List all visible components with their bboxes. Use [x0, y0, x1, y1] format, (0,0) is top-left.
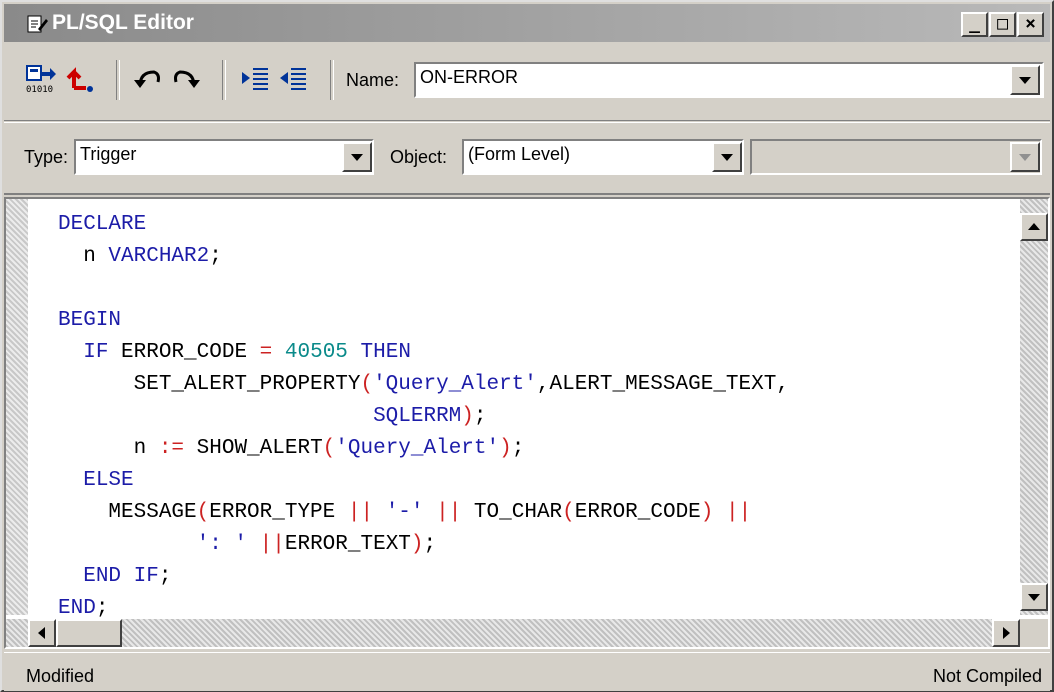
- editor-icon: [27, 15, 48, 33]
- redo-icon[interactable]: [170, 62, 204, 96]
- scroll-left-button[interactable]: [28, 619, 56, 647]
- horizontal-scroll-thumb[interactable]: [56, 619, 122, 647]
- title-bar[interactable]: PL/SQL Editor _ □ ×: [4, 4, 1050, 42]
- status-modified: Modified: [26, 666, 95, 686]
- scrollbar-corner: [1020, 619, 1048, 647]
- object-select[interactable]: (Form Level): [462, 139, 744, 175]
- toolbar-separator: [222, 60, 226, 100]
- object-sub-select: [750, 139, 1042, 175]
- type-select[interactable]: Trigger: [74, 139, 374, 175]
- status-bar: Modified Not Compiled: [4, 652, 1050, 691]
- code-line[interactable]: n VARCHAR2;: [58, 241, 789, 273]
- revert-icon[interactable]: [62, 62, 96, 96]
- code-line[interactable]: SET_ALERT_PROPERTY('Query_Alert',ALERT_M…: [58, 369, 789, 401]
- outdent-icon[interactable]: [276, 62, 310, 96]
- toolbar-separator: [116, 60, 120, 100]
- code-line[interactable]: IF ERROR_CODE = 40505 THEN: [58, 337, 789, 369]
- scroll-right-button[interactable]: [992, 619, 1020, 647]
- vertical-scrollbar[interactable]: [1020, 199, 1048, 615]
- maximize-button[interactable]: □: [989, 12, 1016, 37]
- code-line[interactable]: ': ' ||ERROR_TEXT);: [58, 529, 789, 561]
- toolbar: 01010 Name: ON-ERROR: [4, 42, 1050, 121]
- horizontal-scrollbar[interactable]: [6, 619, 1020, 647]
- editor-gutter: [6, 199, 28, 615]
- name-field[interactable]: ON-ERROR: [414, 62, 1044, 98]
- code-line[interactable]: SQLERRM);: [58, 401, 789, 433]
- code-line[interactable]: ELSE: [58, 465, 789, 497]
- scroll-up-button[interactable]: [1020, 213, 1048, 241]
- svg-text:01010: 01010: [26, 85, 53, 95]
- plsql-editor-window: PL/SQL Editor _ □ × 01010 Name: ON-ERROR…: [0, 0, 1054, 692]
- name-dropdown-button[interactable]: [1010, 65, 1040, 95]
- code-line[interactable]: DECLARE: [58, 209, 789, 241]
- name-label: Name:: [346, 70, 400, 90]
- indent-icon[interactable]: [238, 62, 272, 96]
- code-text[interactable]: DECLARE n VARCHAR2;​BEGIN IF ERROR_CODE …: [58, 209, 789, 625]
- code-line[interactable]: ​: [58, 273, 789, 305]
- code-line[interactable]: n := SHOW_ALERT('Query_Alert');: [58, 433, 789, 465]
- type-dropdown-button[interactable]: [342, 142, 372, 172]
- undo-icon[interactable]: [130, 62, 164, 96]
- close-button[interactable]: ×: [1017, 12, 1044, 37]
- toolbar-separator: [330, 60, 334, 100]
- object-label: Object:: [390, 147, 448, 167]
- type-label: Type:: [24, 147, 69, 167]
- compile-icon[interactable]: 01010: [24, 62, 58, 96]
- code-line[interactable]: BEGIN: [58, 305, 789, 337]
- object-dropdown-button[interactable]: [712, 142, 742, 172]
- object-sub-dropdown-button: [1010, 142, 1040, 172]
- minimize-button[interactable]: _: [961, 12, 988, 37]
- window-title: PL/SQL Editor: [52, 11, 194, 34]
- scroll-down-button[interactable]: [1020, 583, 1048, 611]
- status-compiled: Not Compiled: [932, 666, 1042, 686]
- code-editor[interactable]: DECLARE n VARCHAR2;​BEGIN IF ERROR_CODE …: [4, 197, 1050, 649]
- code-line[interactable]: MESSAGE(ERROR_TYPE || '-' || TO_CHAR(ERR…: [58, 497, 789, 529]
- code-line[interactable]: END IF;: [58, 561, 789, 593]
- filter-bar: Type: Trigger Object: (Form Level): [4, 122, 1050, 195]
